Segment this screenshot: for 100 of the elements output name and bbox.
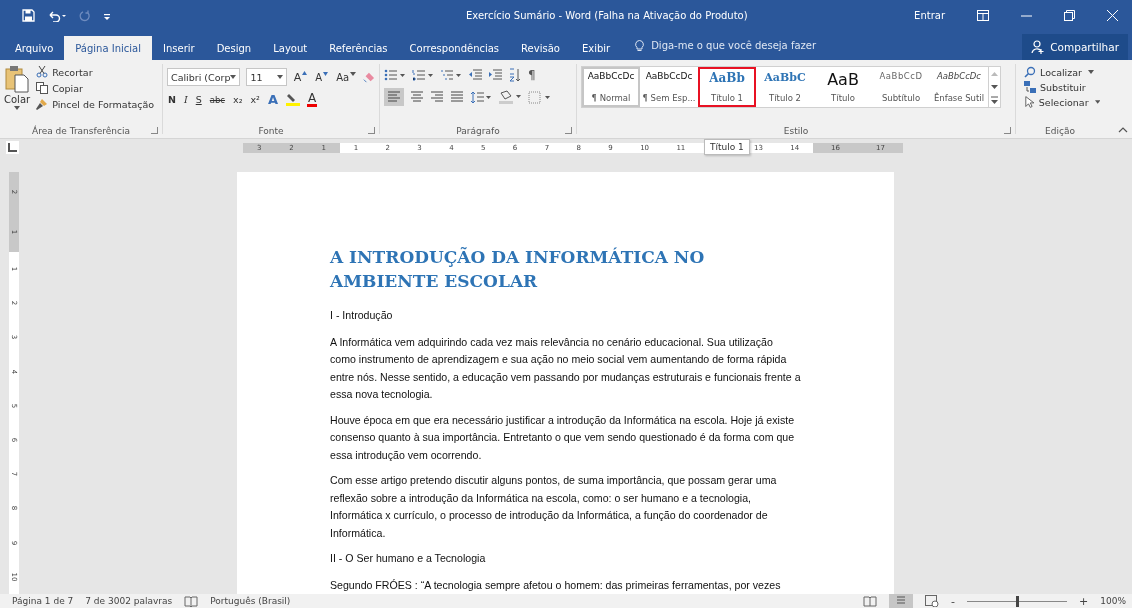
zoom-level[interactable]: 100% — [1100, 596, 1126, 606]
tell-me-field[interactable]: Diga-me o que você deseja fazer — [649, 39, 874, 52]
style-option[interactable]: AaBbC Título 2 — [756, 67, 814, 107]
editing-button[interactable]: Localizar — [1024, 65, 1100, 79]
justify-icon[interactable] — [450, 91, 464, 103]
style-option[interactable]: AaBbCcD Subtítulo — [872, 67, 930, 107]
sign-in-link[interactable]: Entrar — [914, 10, 945, 21]
increase-indent-icon[interactable] — [488, 69, 502, 81]
line-spacing-icon[interactable] — [470, 90, 492, 104]
save-icon[interactable] — [22, 9, 35, 22]
decrease-indent-icon[interactable] — [468, 69, 482, 81]
style-option[interactable]: AaBbCcDc ¶ Sem Esp... — [640, 67, 698, 107]
language-indicator[interactable]: Português (Brasil) — [210, 596, 291, 606]
dialog-launcher-icon[interactable] — [151, 127, 158, 134]
search-icon — [1024, 66, 1036, 78]
paragraph: Segundo FRÓES : “A tecnologia sempre afetou o homem: das primeiras ferramentas, por vezes — [330, 577, 782, 593]
page-count[interactable]: Página 1 de 7 — [12, 596, 74, 606]
dialog-launcher-icon[interactable] — [368, 127, 375, 134]
lightbulb-icon — [635, 39, 645, 52]
style-option[interactable]: AaBbCcDc ¶ Normal — [582, 67, 640, 107]
more-icon[interactable] — [990, 94, 999, 106]
dialog-launcher-icon[interactable] — [565, 127, 572, 134]
paragraph: A Informática vem adquirindo cada vez mais relevância no cenário educacional. Sua utilização como instrumento de aprendizagem e sua ação no meio social vem aumentando de forma rápida entre nós. Nesse sentido, a educação vem passando por mudanças estruturais e funcionais frente a essa nova tecnologia. — [330, 334, 801, 402]
borders-icon[interactable] — [528, 90, 552, 104]
align-center-icon[interactable] — [410, 91, 424, 103]
style-option[interactable]: AaB Título — [814, 67, 872, 107]
multilevel-list-icon[interactable] — [440, 69, 462, 81]
ribbon-tab[interactable]: Referências — [318, 36, 399, 60]
pointer-icon — [1024, 96, 1035, 108]
section-heading: II - O Ser humano e a Tecnologia — [330, 551, 487, 566]
ribbon-tab[interactable]: Arquivo — [4, 36, 65, 60]
undo-icon[interactable] — [47, 9, 67, 22]
format-button[interactable]: S — [194, 94, 203, 105]
dialog-launcher-icon[interactable] — [1004, 127, 1011, 134]
zoom-slider-thumb[interactable] — [1016, 595, 1020, 607]
collapse-ribbon-icon[interactable] — [1118, 127, 1128, 133]
shrink-font-button[interactable]: A — [314, 71, 330, 83]
ribbon-tab[interactable]: Exibir — [570, 36, 622, 60]
web-layout-icon[interactable] — [925, 595, 940, 607]
tooltip: Título 1 — [704, 139, 750, 155]
grow-font-button[interactable]: A — [292, 70, 309, 84]
style-option[interactable]: AaBbCcDc Ênfase Sutil — [930, 67, 988, 107]
shading-icon[interactable] — [498, 90, 522, 104]
ribbon-tab[interactable]: Design — [205, 36, 263, 60]
section-heading: I - Introdução — [330, 308, 394, 323]
ribbon-display-icon[interactable] — [977, 10, 989, 21]
caret-icon — [1088, 70, 1094, 74]
ribbon-tab[interactable]: Inserir — [152, 36, 206, 60]
paragraph: Houve época em que era necessário justificar a introdução da Informática na escola. Hoje já existe consenso quanto à sua importância. Entretanto o que vem sendo questionado é da forma com que essa introdução vem ocorrendo. — [330, 412, 796, 463]
word-count[interactable]: 7 de 3002 palavras — [85, 596, 173, 606]
zoom-in-button[interactable]: + — [1079, 594, 1089, 608]
print-layout-icon[interactable] — [889, 594, 914, 608]
share-button[interactable]: Compartilhar — [1022, 34, 1128, 60]
paragraph: Com esse artigo pretendo discutir alguns pontos, de suma importância, que possam gerar uma reflexão sobre a introdução da Informática na escola, como: o ser humano e a tecnologia, Informática x currículo, o processo de introdução da Informática, a função do coordenador de Informática. — [330, 473, 778, 541]
clipboard-button[interactable]: Pincel de Formatação — [36, 97, 155, 111]
format-button[interactable]: I — [182, 94, 189, 105]
font-size-field[interactable]: 11 — [246, 68, 287, 86]
change-case-button[interactable]: Aa — [335, 71, 358, 83]
sort-icon[interactable] — [508, 68, 522, 82]
caret-icon — [14, 106, 21, 110]
caret-icon — [230, 75, 237, 79]
font-name-field[interactable]: Calibri (Corp — [167, 68, 241, 86]
show-formatting-button[interactable]: ¶ — [528, 68, 536, 82]
paste-button[interactable]: Colar — [4, 65, 31, 123]
group-label: Fonte — [258, 125, 284, 136]
numbering-icon[interactable] — [412, 69, 434, 81]
ribbon-tab[interactable]: Layout — [262, 36, 319, 60]
align-right-icon[interactable] — [430, 91, 444, 103]
paintbrush-icon — [36, 98, 49, 110]
redo-icon — [79, 9, 91, 22]
ribbon-tab[interactable]: Revisão — [510, 36, 571, 60]
editing-button[interactable]: Selecionar — [1024, 95, 1100, 109]
highlighter-icon[interactable] — [284, 92, 301, 107]
scissors-icon — [36, 66, 49, 78]
arrow-up-icon — [302, 70, 308, 75]
proofing-icon[interactable] — [184, 595, 199, 607]
clipboard-icon — [5, 65, 30, 93]
caret-icon — [350, 71, 357, 76]
clipboard-button[interactable]: Copiar — [36, 81, 155, 95]
format-button[interactable]: x₂ — [232, 94, 244, 105]
ribbon-tab[interactable]: Correspondências — [398, 36, 511, 60]
close-icon[interactable] — [1107, 10, 1118, 21]
person-add-icon — [1031, 40, 1046, 54]
tab-selector-icon[interactable] — [8, 143, 17, 152]
text-effects-button[interactable]: A — [266, 92, 279, 107]
read-mode-icon[interactable] — [863, 595, 878, 607]
format-button[interactable]: abc — [208, 94, 227, 105]
style-option[interactable]: AaBb Título 1 — [698, 67, 756, 107]
editing-button[interactable]: Substituir — [1024, 80, 1100, 94]
restore-icon[interactable] — [1064, 10, 1075, 21]
group-label: Estilo — [783, 125, 809, 136]
document-title: A INTRODUÇÃO DA INFORMÁTICA NO AMBIENTE ESCOLAR — [330, 246, 706, 293]
font-color-button[interactable]: A — [306, 92, 318, 107]
ribbon-tab[interactable]: Página Inicial — [64, 36, 152, 60]
zoom-out-button[interactable]: - — [951, 594, 956, 608]
format-button[interactable]: N — [167, 94, 177, 105]
clipboard-button[interactable]: Recortar — [36, 65, 155, 79]
group-label: Área de Transferência — [32, 125, 130, 136]
bullets-icon[interactable] — [384, 69, 406, 81]
format-button[interactable]: x² — [249, 94, 261, 105]
